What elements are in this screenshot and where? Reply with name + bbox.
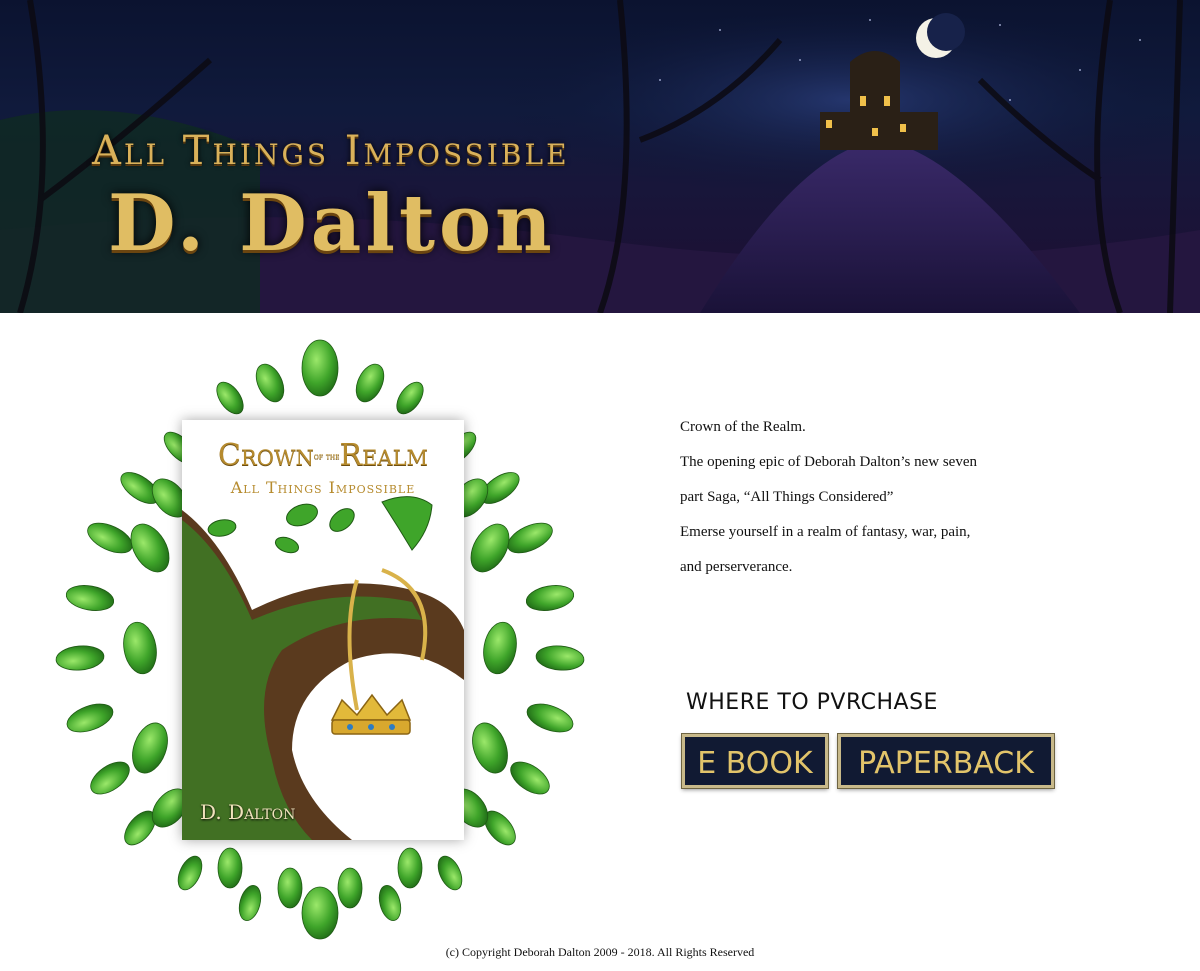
author-name: D. Dalton [108, 178, 556, 269]
footer-copyright: (c) Copyright Deborah Dalton 2009 - 2018… [445, 945, 755, 959]
book-title: Crownof theRealm [217, 438, 429, 473]
description-line: The opening epic of Deborah Dalton’s new… [680, 454, 977, 470]
header-banner: All Things Impossible D. Dalton [0, 0, 1200, 313]
book-subtitle: All Things Impossible [230, 478, 416, 497]
paperback-button[interactable]: PAPERBACK [838, 734, 1054, 788]
series-title: All Things Impossible [92, 128, 570, 174]
purchase-heading: WHERE TO PVRCHASE [686, 690, 938, 715]
book-description: Crown of the Realm. The opening epic of … [680, 410, 1000, 585]
description-line: and perserverance. [680, 559, 793, 575]
description-line: Emerse yourself in a realm of fantasy, w… [680, 524, 971, 540]
book-cover: Crownof theRealm All Things Impossible D… [182, 420, 464, 840]
crown-icon [330, 693, 412, 735]
ebook-button[interactable]: E BOOK [682, 734, 828, 788]
description-line: Crown of the Realm. [680, 419, 806, 435]
description-line: part Saga, “All Things Considered” [680, 489, 894, 505]
book-author: D. Dalton [200, 800, 296, 824]
